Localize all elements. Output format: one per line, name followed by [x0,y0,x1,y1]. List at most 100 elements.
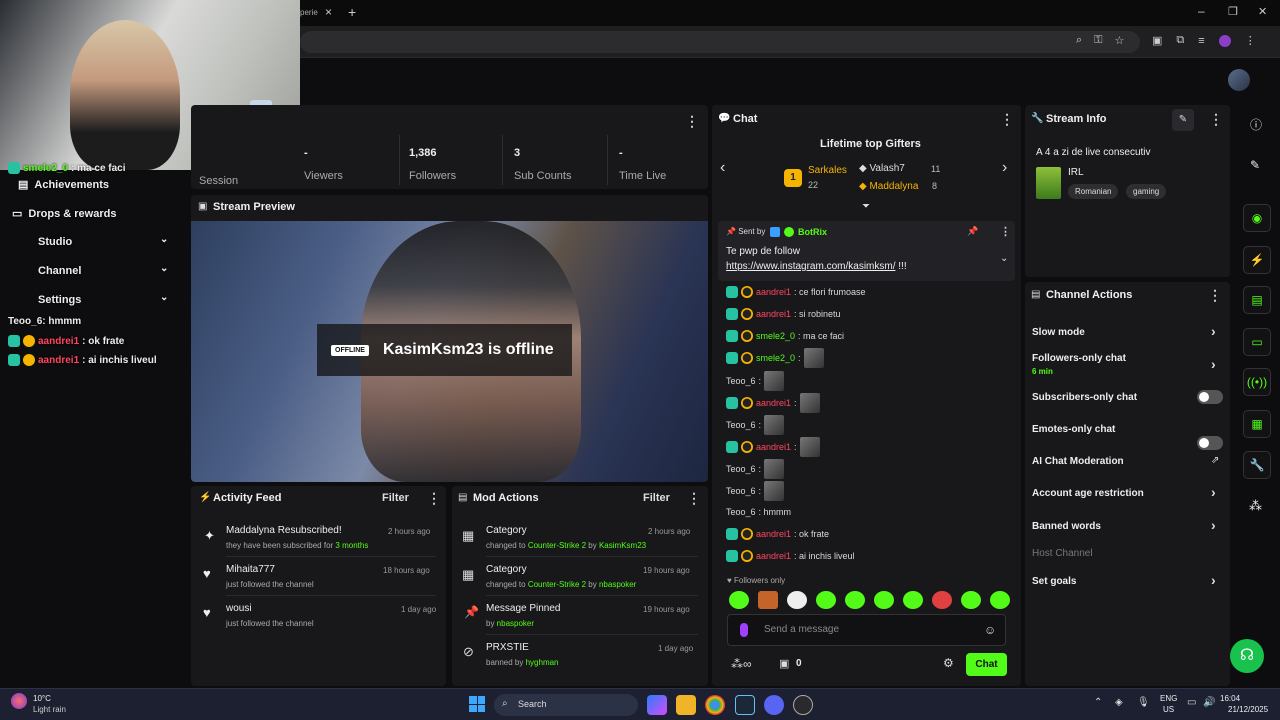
emote-icon[interactable] [874,591,894,609]
chevron-right-icon[interactable]: › [1211,484,1216,500]
channel-actions-menu-icon[interactable]: ⋮ [1208,287,1222,304]
lightning-icon[interactable]: ⚡ [1243,246,1271,274]
bookmark-star-icon[interactable]: ☆ [1115,34,1125,47]
tag-pill[interactable]: Romanian [1068,184,1119,199]
tab-title[interactable]: perie [300,8,318,17]
followers-only-item[interactable]: Followers-only chat [1032,353,1126,364]
nodes-icon[interactable]: ⁂ [1249,498,1262,514]
steam-icon[interactable] [735,695,755,715]
tray-chevron-icon[interactable]: ⌃ [1094,697,1102,708]
gifters-next-button[interactable]: › [1002,159,1007,177]
pinned-menu-icon[interactable]: ⋮ [1000,225,1011,238]
chevron-right-icon[interactable]: › [1211,356,1216,372]
chevron-down-icon[interactable]: ⌄ [160,234,168,245]
volume-tray-icon[interactable]: 🔊 [1203,697,1215,708]
stream-info-menu-icon[interactable]: ⋮ [1209,111,1223,128]
mod-filter-button[interactable]: Filter [643,492,670,504]
emote-icon[interactable] [990,591,1010,609]
chat-input[interactable]: Send a message ☺ [727,614,1006,646]
zoom-icon[interactable]: ⌕ [1076,34,1082,47]
subscribers-only-toggle[interactable] [1197,390,1223,404]
points-icon[interactable]: ⁂∞ [731,657,752,671]
camera-icon[interactable]: ◉ [1243,204,1271,232]
taskbar-search[interactable]: ⌕ Search [494,694,638,716]
overlay-menu-drops[interactable]: ▭ Drops & rewards [12,207,116,221]
language-code[interactable]: ENG [1160,694,1177,703]
emote-icon[interactable] [903,591,923,609]
key-icon[interactable]: ⚿ [1094,34,1102,47]
weather-temp[interactable]: 10°C [33,694,51,703]
clock-time[interactable]: 16:04 [1220,694,1240,703]
chrome-icon[interactable] [705,695,725,715]
overlay-menu-studio[interactable]: Studio [38,236,72,248]
minimize-button[interactable]: – [1198,4,1205,18]
mic-tray-icon[interactable]: 🎙 [1137,697,1150,708]
gift-icon[interactable]: ▣ [779,657,789,670]
emote-icon[interactable] [787,591,807,609]
chevron-down-icon[interactable]: ⌄ [1000,253,1008,264]
close-window-button[interactable]: ✕ [1258,5,1267,18]
url-bar[interactable] [300,31,1140,53]
pinned-link[interactable]: https://www.instagram.com/kasimksm/ [726,261,895,272]
file-explorer-icon[interactable] [676,695,696,715]
ai-moderation-item[interactable]: AI Chat Moderation [1032,456,1124,467]
emote-icon[interactable] [758,591,778,609]
network-tray-icon[interactable]: ◈ [1115,697,1123,708]
chat-menu-icon[interactable]: ⋮ [1000,111,1014,128]
category-name[interactable]: IRL [1068,167,1084,178]
maximize-button[interactable]: ❐ [1228,5,1238,18]
external-link-icon[interactable]: ⇗ [1211,455,1219,466]
stats-menu-icon[interactable]: ⋮ [685,113,699,130]
emote-icon[interactable] [729,591,749,609]
chevron-right-icon[interactable]: › [1211,517,1216,533]
gifters-prev-button[interactable]: ‹ [720,159,725,177]
chat-icon[interactable]: ▭ [1243,328,1271,356]
pin-icon[interactable]: 📌 [967,226,978,237]
profile-avatar-icon[interactable] [1218,34,1231,47]
overlay-menu-channel[interactable]: Channel [38,265,81,277]
extension-icon[interactable]: ▣ [1152,34,1162,47]
emote-icon[interactable] [816,591,836,609]
activity-menu-icon[interactable]: ⋮ [427,490,441,507]
chevron-down-icon[interactable]: ⌄ [160,292,168,303]
set-goals-item[interactable]: Set goals [1032,576,1076,587]
info-icon[interactable]: ⓘ [1250,116,1262,133]
new-tab-button[interactable]: + [348,4,356,20]
edit-pencil-icon[interactable]: ✎ [1172,109,1194,131]
copilot-icon[interactable] [647,695,667,715]
layout-icon[interactable]: ▦ [1243,410,1271,438]
document-icon[interactable]: ▤ [1243,286,1271,314]
chevron-down-icon[interactable]: ⌄ [160,263,168,274]
pencil-icon[interactable]: ✎ [1250,158,1260,172]
obs-icon[interactable] [793,695,813,715]
emoji-icon[interactable]: ☺ [984,623,996,637]
puzzle-icon[interactable]: ⧉ [1176,34,1184,47]
broadcast-icon[interactable]: ((•)) [1243,368,1271,396]
wrench-icon[interactable]: 🔧 [1243,451,1271,479]
chevron-right-icon[interactable]: › [1211,323,1216,339]
media-queue-icon[interactable]: ≡ [1198,35,1204,47]
slow-mode-item[interactable]: Slow mode [1032,327,1085,338]
collapse-icon[interactable]: ⏷ [862,201,870,212]
emotes-only-toggle[interactable] [1197,436,1223,450]
activity-filter-button[interactable]: Filter [382,492,409,504]
browser-menu-icon[interactable]: ⋮ [1245,34,1256,47]
display-tray-icon[interactable]: ▭ [1187,697,1196,708]
chat-send-button[interactable]: Chat [966,653,1007,676]
user-avatar[interactable] [1228,69,1250,91]
overlay-menu-achievements[interactable]: ▤ Achievements [18,178,109,192]
support-headset-icon[interactable]: ☊ [1230,639,1264,673]
chevron-right-icon[interactable]: › [1211,572,1216,588]
banned-words-item[interactable]: Banned words [1032,521,1101,532]
mod-menu-icon[interactable]: ⋮ [687,490,701,507]
overlay-menu-settings[interactable]: Settings [38,294,81,306]
microphone-icon[interactable] [740,623,748,637]
close-tab-icon[interactable]: × [325,5,332,19]
tag-pill[interactable]: gaming [1126,184,1167,199]
emote-icon[interactable] [961,591,981,609]
chat-settings-gear-icon[interactable]: ⚙ [943,656,954,670]
windows-start-icon[interactable] [469,696,485,712]
emote-icon[interactable] [932,591,952,609]
account-age-item[interactable]: Account age restriction [1032,488,1144,499]
discord-icon[interactable] [764,695,784,715]
